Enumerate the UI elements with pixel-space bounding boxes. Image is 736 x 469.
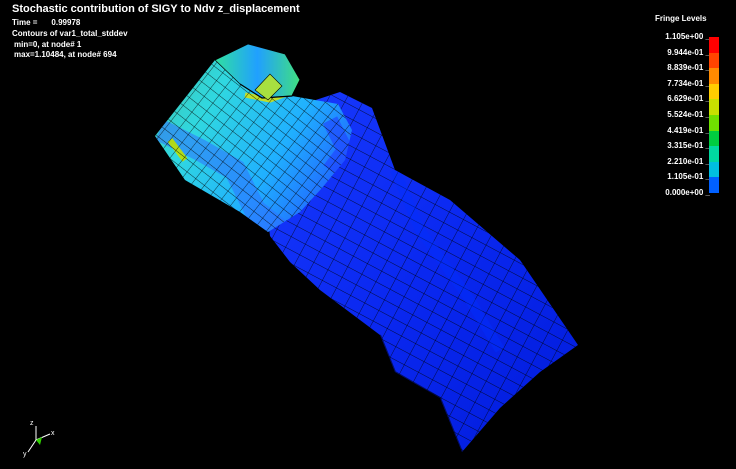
fringe-level-label: 8.839e-01: [660, 63, 710, 72]
time-label: Time =: [12, 18, 38, 27]
fe-mesh-model: [155, 43, 578, 452]
fringe-color-swatch: [709, 115, 719, 131]
contour-label: Contours of var1_total_stddev: [12, 29, 128, 38]
triad-y-label: y: [23, 451, 27, 458]
triad-x-label: x: [51, 430, 55, 437]
fringe-level-label: 3.315e-01: [660, 141, 710, 150]
min-readout: min=0, at node# 1: [14, 40, 82, 49]
fringe-color-swatch: [709, 130, 719, 147]
fringe-level-label: 7.734e-01: [660, 79, 710, 88]
fringe-level-label: 2.210e-01: [660, 157, 710, 166]
fringe-level-label: 6.629e-01: [660, 94, 710, 103]
fringe-color-swatch: [709, 68, 719, 84]
fringe-color-swatch: [709, 83, 719, 100]
fringe-levels-title: Fringe Levels: [655, 14, 707, 23]
fringe-level-label: 0.000e+00: [660, 188, 710, 197]
fringe-color-swatch: [709, 52, 719, 69]
fringe-level-label: 1.105e-01: [660, 172, 710, 181]
plot-title: Stochastic contribution of SIGY to Ndv z…: [12, 3, 300, 15]
fringe-level-label: 4.419e-01: [660, 126, 710, 135]
max-readout: max=1.10484, at node# 694: [14, 50, 117, 59]
fringe-color-swatch: [709, 37, 719, 53]
fringe-color-swatch: [709, 177, 719, 193]
fringe-color-swatch: [709, 161, 719, 178]
fringe-level-label: 9.944e-01: [660, 48, 710, 57]
graphics-viewport[interactable]: Stochastic contribution of SIGY to Ndv z…: [0, 0, 736, 469]
fringe-level-label: 1.105e+00: [660, 32, 710, 41]
axis-triad-icon: z x y: [23, 420, 55, 458]
time-value: 0.99978: [51, 18, 81, 27]
fringe-level-label: 5.524e-01: [660, 110, 710, 119]
triad-z-label: z: [30, 420, 34, 427]
time-readout: Time = 0.99978: [12, 18, 80, 27]
fringe-color-swatch: [709, 99, 719, 115]
fringe-color-swatch: [709, 146, 719, 162]
